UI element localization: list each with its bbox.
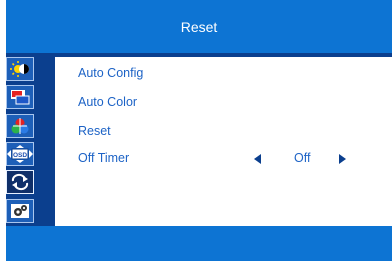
tab-color[interactable] — [6, 85, 34, 109]
sun-contrast-icon — [10, 61, 29, 77]
picture-icon — [11, 118, 29, 134]
reset-arrows-icon — [11, 173, 29, 191]
menu-item-off-timer[interactable]: Off Timer — [78, 151, 129, 165]
tab-osd[interactable]: OSD — [6, 142, 34, 166]
off-timer-value: Off — [294, 151, 311, 165]
arrow-left-icon[interactable] — [254, 154, 261, 164]
tab-reset[interactable] — [6, 170, 34, 194]
page-title: Reset — [180, 18, 218, 35]
tab-brightness-contrast[interactable] — [6, 57, 34, 81]
color-blocks-icon — [11, 90, 30, 105]
tab-misc[interactable] — [6, 199, 34, 223]
menu-item-auto-config[interactable]: Auto Config — [78, 66, 143, 80]
bottom-bar — [6, 226, 392, 261]
osd-icon: OSD — [7, 145, 33, 163]
menu-item-reset[interactable]: Reset — [78, 124, 111, 138]
arrow-right-icon[interactable] — [339, 154, 346, 164]
tab-image[interactable] — [6, 114, 34, 138]
osd-menu: Reset OSD Auto Config Auto Color Reset O… — [0, 0, 392, 261]
svg-text:OSD: OSD — [13, 152, 27, 159]
divider — [55, 53, 392, 57]
gears-icon — [11, 204, 29, 218]
title-bar: Reset — [6, 0, 392, 53]
menu-item-auto-color[interactable]: Auto Color — [78, 95, 137, 109]
